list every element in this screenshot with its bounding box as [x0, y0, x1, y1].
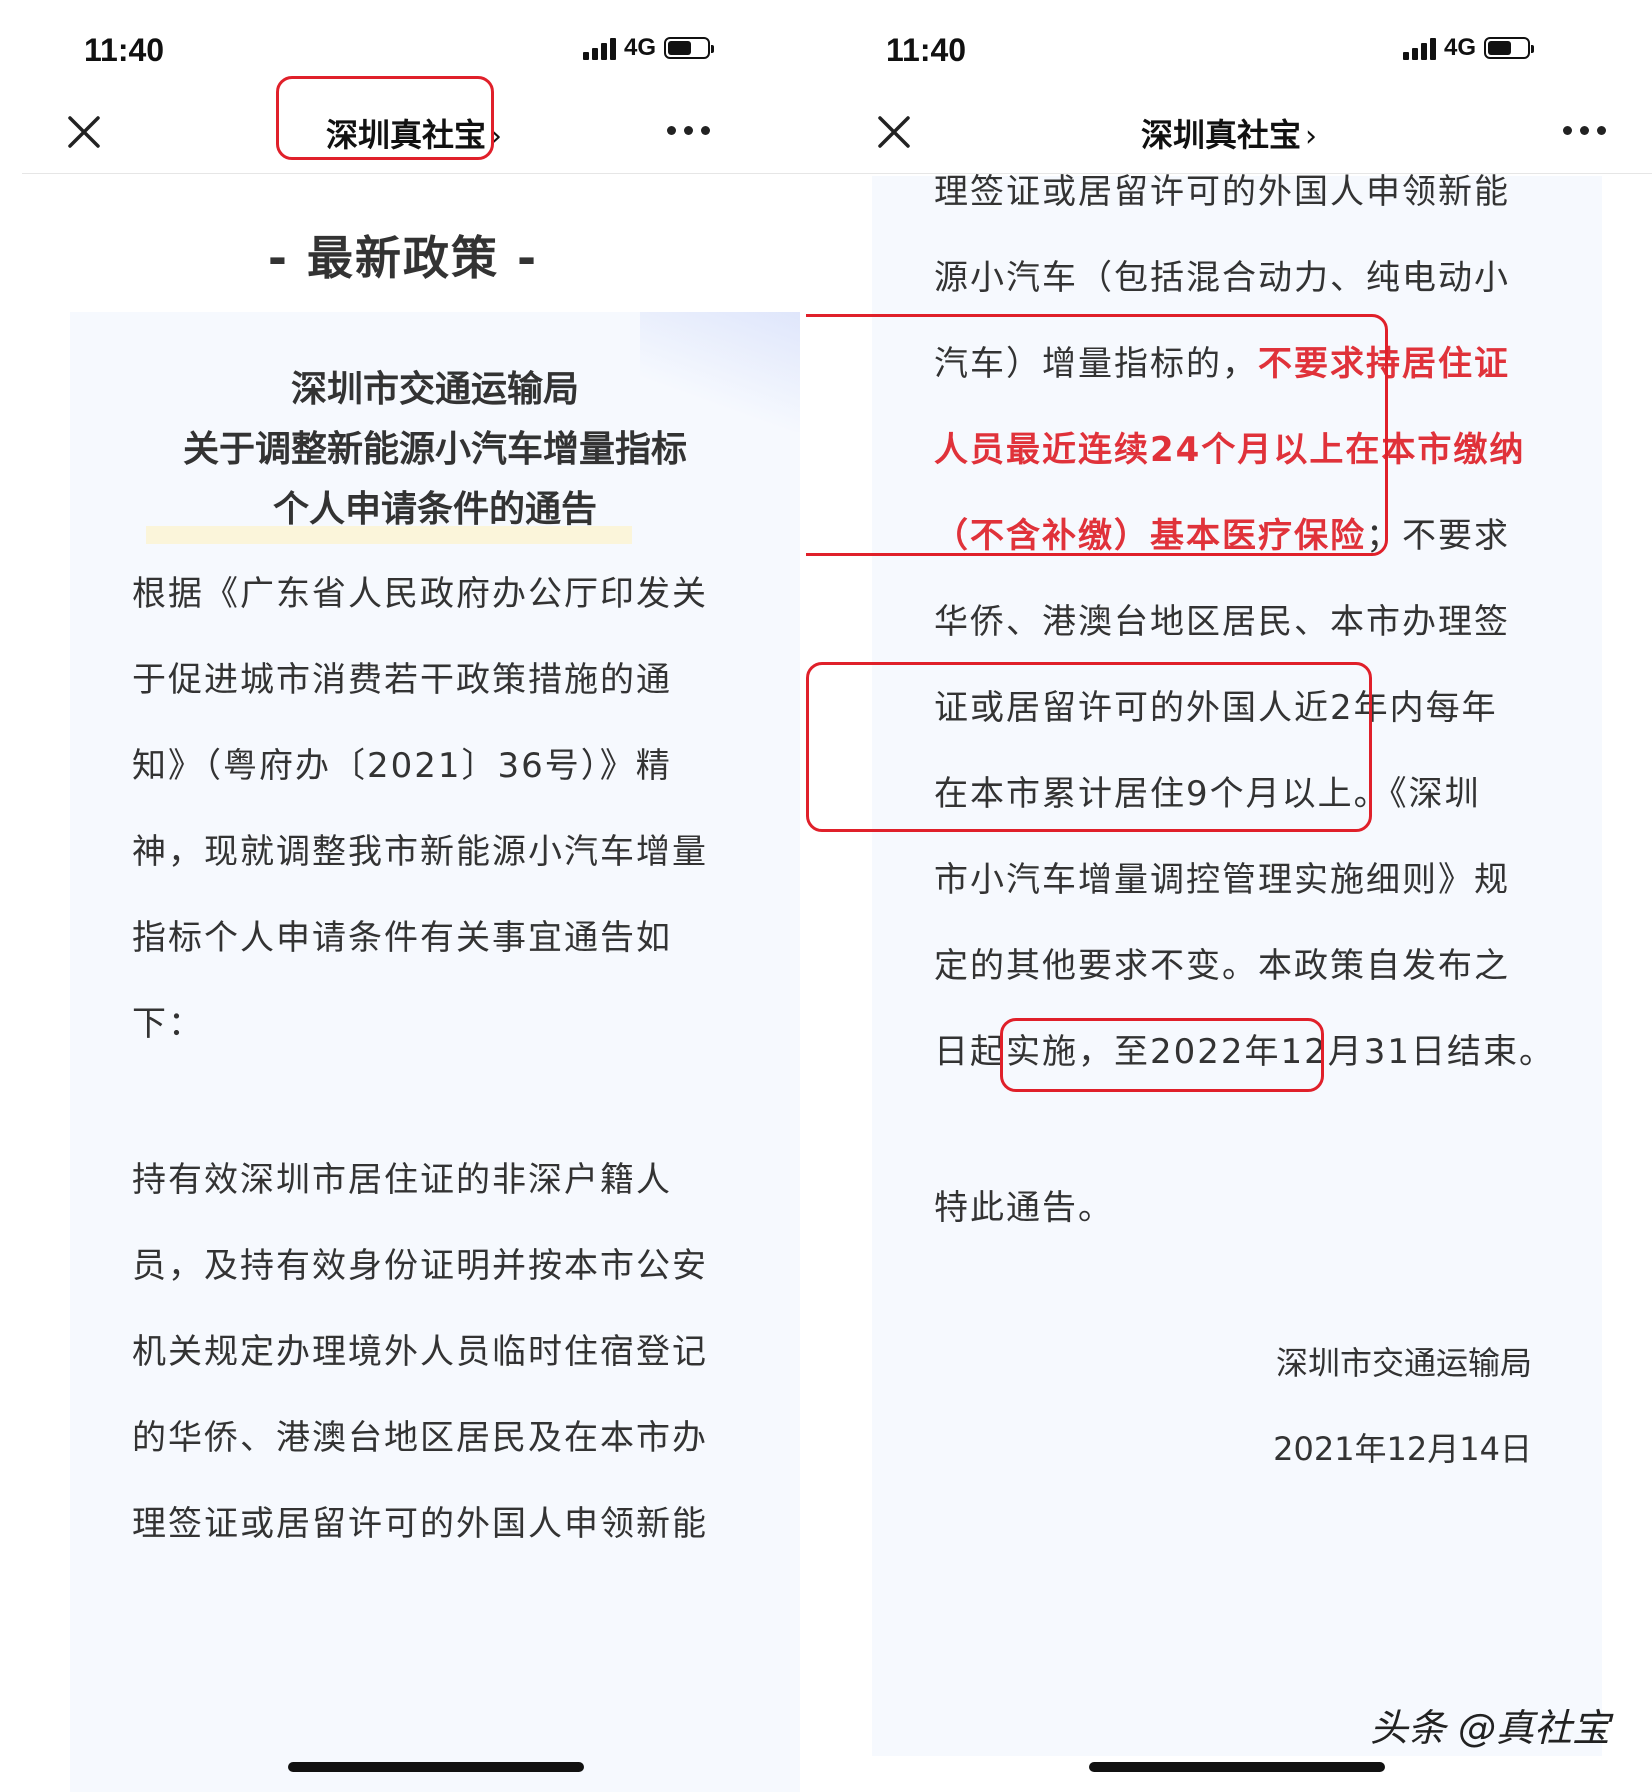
body-line: 知》（粤府办〔2021〕36号）》精: [132, 746, 672, 786]
body-line: 理签证或居留许可的外国人申领新能: [934, 172, 1510, 212]
body-line: 机关规定办理境外人员临时住宿登记: [132, 1332, 708, 1372]
body-line: 根据《广东省人民政府办公厅印发关: [132, 574, 708, 614]
watermark: 头条 @真社宝: [1369, 1706, 1610, 1750]
signal-icon: [582, 36, 616, 60]
more-icon[interactable]: [1563, 126, 1606, 135]
nav-title[interactable]: 深圳真社宝 ›: [806, 110, 1652, 156]
chevron-right-icon: ›: [1305, 119, 1317, 154]
end-date-highlight-box: [1000, 1018, 1324, 1092]
body-line: 指标个人申请条件有关事宜通告如: [132, 918, 672, 958]
closing-text: 特此通告。: [934, 1188, 1114, 1228]
status-time: 11:40: [84, 32, 165, 68]
body-line: 下：: [132, 1004, 204, 1044]
signal-icon: [1402, 36, 1436, 60]
nav-title-text[interactable]: 深圳真社宝: [1141, 116, 1301, 154]
body-line: 市小汽车增量调控管理实施细则》规: [934, 860, 1510, 900]
status-icons: 4G: [1402, 34, 1534, 62]
status-time: 11:40: [886, 32, 967, 68]
status-bar: 11:40 4G: [0, 28, 806, 68]
notice-heading-line: 深圳市交通运输局: [290, 369, 579, 410]
left-screen: 11:40 4G 深圳真社宝 › - 最新政策 - 深圳市交通运输局 关于调整新能…: [0, 0, 806, 1792]
home-indicator[interactable]: [1089, 1762, 1385, 1772]
notice-heading-line: 关于调整新能源小汽车增量指标: [182, 429, 687, 470]
title-highlight-box: [276, 76, 494, 160]
section-title: - 最新政策 -: [267, 231, 539, 285]
body-line: 神，现就调整我市新能源小汽车增量: [132, 832, 708, 872]
right-screen: 11:40 4G 深圳真社宝 › 理签证或居留许可的外国人申领新能 源小汽车（包括…: [806, 0, 1652, 1792]
residence-highlight-box: [806, 662, 1372, 832]
signature: 深圳市交通运输局: [1275, 1344, 1532, 1382]
policy-highlight-box: [806, 314, 1388, 556]
status-bar: 11:40 4G: [806, 28, 1652, 68]
status-icons: 4G: [582, 34, 714, 62]
more-icon[interactable]: [667, 126, 710, 135]
home-indicator[interactable]: [288, 1762, 584, 1772]
battery-icon: [664, 37, 714, 59]
body-line: 员，及持有效身份证明并按本市公安: [132, 1246, 708, 1286]
network-label: 4G: [623, 34, 656, 61]
body-line: 定的其他要求不变。本政策自发布之: [934, 946, 1510, 986]
network-label: 4G: [1443, 34, 1476, 61]
battery-icon: [1484, 37, 1534, 59]
body-line: 于促进城市消费若干政策措施的通: [132, 660, 672, 700]
notice-date: 2021年12月14日: [1273, 1430, 1532, 1468]
body-line: 源小汽车（包括混合动力、纯电动小: [934, 258, 1510, 298]
notice-heading-line: 个人申请条件的通告: [272, 489, 597, 530]
body-line: 持有效深圳市居住证的非深户籍人: [132, 1160, 672, 1200]
body-line: 理签证或居留许可的外国人申领新能: [132, 1504, 708, 1544]
body-line: 华侨、港澳台地区居民、本市办理签: [934, 602, 1510, 642]
notice-heading: 深圳市交通运输局 关于调整新能源小汽车增量指标 个人申请条件的通告: [70, 360, 800, 540]
body-line: 的华侨、港澳台地区居民及在本市办: [132, 1418, 708, 1458]
nav-bar: 深圳真社宝 ›: [806, 90, 1652, 174]
